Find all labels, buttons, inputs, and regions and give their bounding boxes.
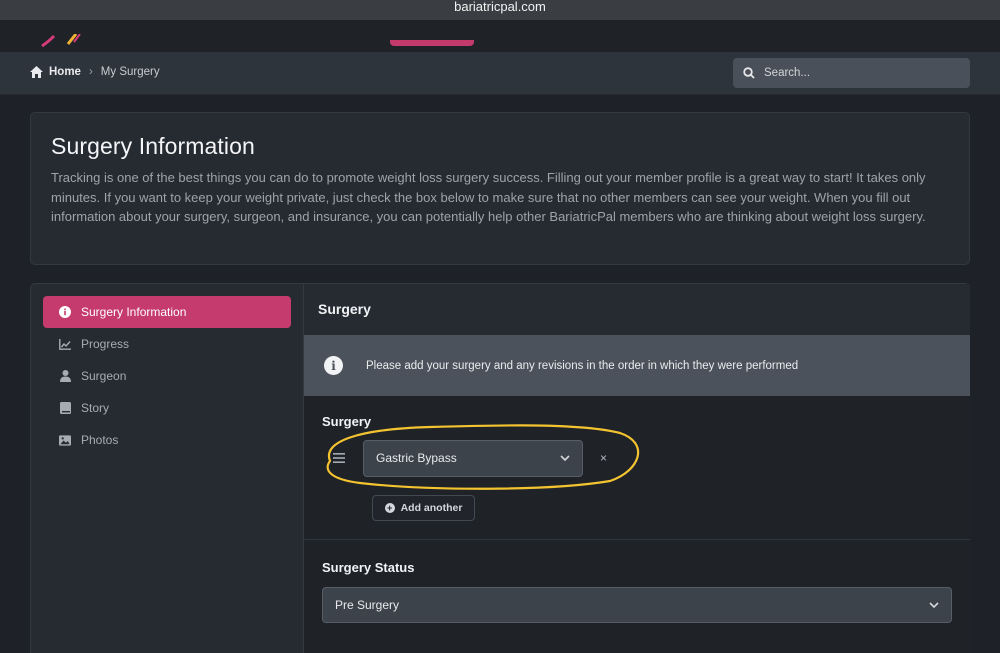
profile-panel: Surgery Information Progress Surgeon Sto… [30,283,970,653]
info-notice: i Please add your surgery and any revisi… [304,335,970,396]
surgery-content: Surgery i Please add your surgery and an… [303,284,970,653]
user-icon [59,370,71,382]
breadcrumb: Home › My Surgery [30,66,160,78]
sidebar-item-label: Photos [81,433,119,447]
add-another-button[interactable]: + Add another [372,495,475,521]
notice-text: Please add your surgery and any revision… [366,359,799,372]
surgery-row: Gastric Bypass × [322,439,952,477]
section-header: Surgery [304,284,970,335]
surgery-select[interactable]: Gastric Bypass [363,439,583,477]
search-box[interactable] [733,58,970,88]
breadcrumb-bar: Home › My Surgery [0,52,1000,95]
breadcrumb-home[interactable]: Home [30,66,81,78]
surgery-status-label: Surgery Status [322,560,415,575]
info-icon [59,306,71,318]
drag-handle-icon[interactable] [333,453,345,463]
site-header [0,20,1000,52]
page-title: Surgery Information [51,133,255,159]
intro-card: Surgery Information Tracking is one of t… [30,112,970,265]
add-another-label: Add another [400,502,463,514]
surgery-select-value: Gastric Bypass [376,451,457,465]
search-icon [743,67,755,79]
chevron-down-icon [929,601,939,608]
book-icon [59,402,71,414]
sidebar-item-label: Surgery Information [81,305,187,319]
surgery-status-select[interactable]: Pre Surgery [322,587,952,623]
search-input[interactable] [764,67,954,79]
surgery-status-value: Pre Surgery [335,598,400,612]
chevron-down-icon [560,454,570,461]
surgery-section: Surgery Gastric Bypass × + Add another [304,396,970,521]
breadcrumb-home-label: Home [49,66,81,78]
plus-icon: + [384,503,395,513]
logo-icon[interactable] [40,34,82,54]
sidebar-nav: Surgery Information Progress Surgeon Sto… [43,296,291,456]
home-icon [30,66,43,78]
sidebar-item-story[interactable]: Story [43,392,291,424]
url-text: bariatricpal.com [454,0,546,14]
surgery-label: Surgery [322,414,372,429]
sidebar-item-label: Progress [81,337,130,351]
sidebar-item-progress[interactable]: Progress [43,328,291,360]
image-icon [59,434,71,446]
header-button[interactable] [390,40,474,46]
remove-surgery-button[interactable]: × [600,451,607,465]
chart-icon [59,338,71,350]
sidebar-item-surgery-information[interactable]: Surgery Information [43,296,291,328]
intro-text: Tracking is one of the best things you c… [51,170,926,225]
sidebar-item-label: Story [81,401,110,415]
browser-bar: bariatricpal.com [0,0,1000,20]
chevron-right-icon: › [88,66,93,78]
sidebar-item-label: Surgeon [81,369,127,383]
breadcrumb-current: My Surgery [100,66,160,78]
info-circle-icon: i [324,356,343,375]
sidebar-item-photos[interactable]: Photos [43,424,291,456]
sidebar-item-surgeon[interactable]: Surgeon [43,360,291,392]
